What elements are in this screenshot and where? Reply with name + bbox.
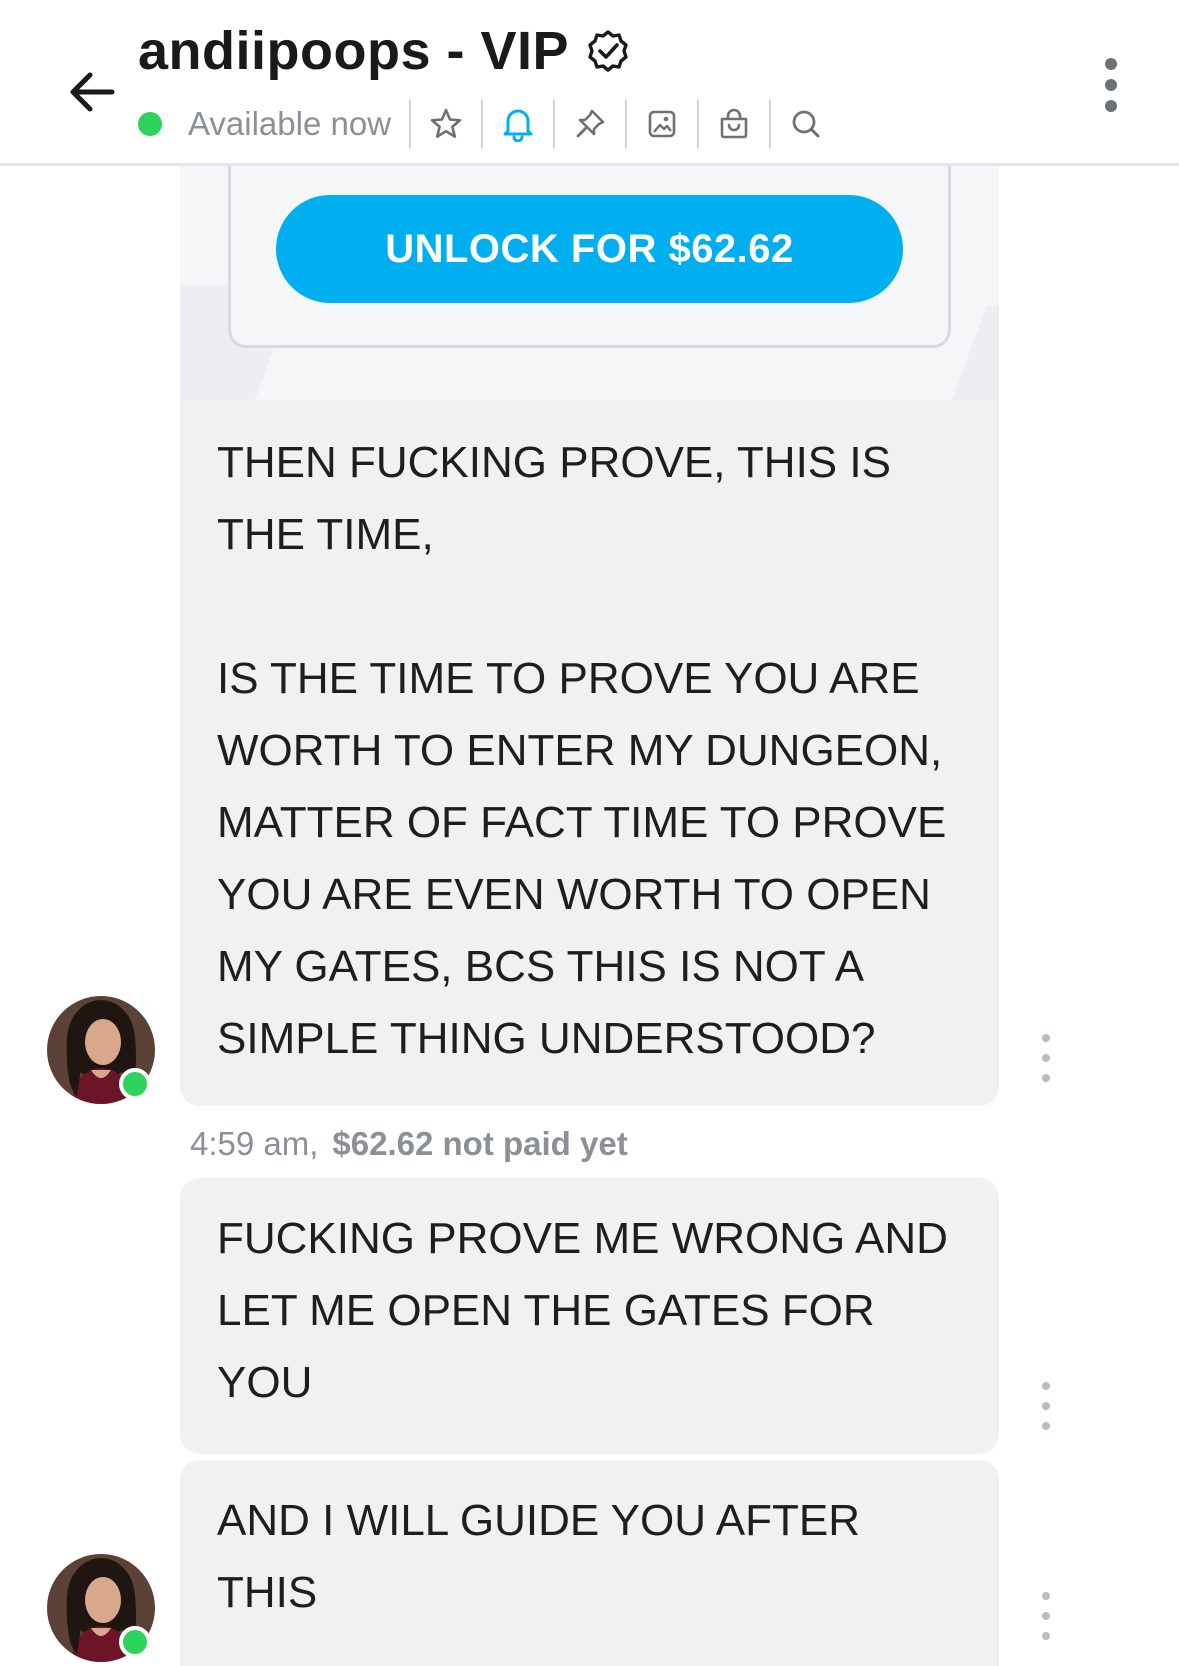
more-dot bbox=[1105, 100, 1117, 112]
message-line: IS THE TIME TO PROVE YOU ARE bbox=[217, 654, 920, 703]
message-line: THEN FUCKING PROVE, THIS IS bbox=[217, 438, 891, 487]
kebab-dot bbox=[1042, 1074, 1050, 1082]
message-line: LET ME OPEN THE GATES FOR bbox=[217, 1286, 875, 1335]
availability-status: Available now bbox=[188, 105, 392, 142]
pin-button[interactable] bbox=[555, 96, 625, 152]
favorite-button[interactable] bbox=[411, 96, 481, 152]
message-line: WORTH TO ENTER MY DUNGEON, bbox=[217, 726, 943, 775]
message-options-button[interactable] bbox=[1034, 1034, 1058, 1082]
message-options-button[interactable] bbox=[1034, 1382, 1058, 1430]
message-line: MATTER OF FACT TIME TO PROVE bbox=[217, 798, 947, 847]
message-line: YOU ARE EVEN WORTH TO OPEN bbox=[217, 870, 931, 919]
back-button[interactable] bbox=[50, 50, 134, 134]
arrow-left-icon bbox=[70, 72, 115, 112]
message-meta: 4:59 am, $62.62 not paid yet bbox=[190, 1120, 628, 1168]
kebab-dot bbox=[1042, 1592, 1050, 1600]
more-dot bbox=[1105, 58, 1117, 70]
more-dot bbox=[1105, 79, 1117, 91]
message-options-button[interactable] bbox=[1034, 1592, 1058, 1640]
kebab-dot bbox=[1042, 1632, 1050, 1640]
kebab-dot bbox=[1042, 1034, 1050, 1042]
notifications-button[interactable] bbox=[483, 96, 553, 152]
kebab-dot bbox=[1042, 1422, 1050, 1430]
message-bubble: AND I WILL GUIDE YOU AFTER THIS bbox=[180, 1460, 999, 1666]
message-line: MY GATES, BCS THIS IS NOT A bbox=[217, 942, 865, 991]
kebab-dot bbox=[1042, 1054, 1050, 1062]
message-line: THE TIME, bbox=[217, 510, 434, 559]
message-line: SIMPLE THING UNDERSTOOD? bbox=[217, 1014, 876, 1063]
message-line: THIS bbox=[217, 1568, 318, 1617]
verified-badge-icon bbox=[585, 28, 631, 74]
chat-title-row: andiipoops - VIP bbox=[138, 14, 631, 88]
avatar[interactable] bbox=[47, 1554, 155, 1662]
pin-icon bbox=[576, 109, 605, 138]
chat-header: andiipoops - VIP Available now bbox=[0, 0, 1179, 166]
unlock-button[interactable]: UNLOCK FOR $62.62 bbox=[276, 195, 903, 303]
media-gallery-button[interactable] bbox=[627, 96, 697, 152]
search-button[interactable] bbox=[771, 96, 841, 152]
message-bubble: THEN FUCKING PROVE, THIS IS THE TIME, IS… bbox=[180, 400, 999, 1106]
bell-icon bbox=[503, 109, 533, 142]
message-line: AND I WILL GUIDE YOU AFTER bbox=[217, 1496, 861, 1545]
message-line: FUCKING PROVE ME WRONG AND bbox=[217, 1214, 948, 1263]
message-bubble: FUCKING PROVE ME WRONG AND LET ME OPEN T… bbox=[180, 1178, 999, 1454]
avatar[interactable] bbox=[47, 996, 155, 1104]
online-indicator bbox=[119, 1626, 151, 1658]
message-line: YOU bbox=[217, 1358, 313, 1407]
chat-title: andiipoops - VIP bbox=[138, 21, 570, 81]
payment-status: $62.62 not paid yet bbox=[332, 1125, 628, 1162]
search-icon bbox=[792, 110, 820, 138]
more-options-button[interactable] bbox=[1086, 54, 1136, 116]
kebab-dot bbox=[1042, 1382, 1050, 1390]
online-indicator bbox=[138, 112, 162, 136]
kebab-dot bbox=[1042, 1612, 1050, 1620]
status-row: Available now bbox=[138, 96, 841, 152]
purchases-button[interactable] bbox=[699, 96, 769, 152]
online-indicator bbox=[119, 1068, 151, 1100]
bag-icon bbox=[720, 108, 748, 139]
star-icon bbox=[430, 108, 462, 138]
message-timestamp: 4:59 am, bbox=[190, 1125, 319, 1162]
kebab-dot bbox=[1042, 1402, 1050, 1410]
image-icon bbox=[648, 110, 676, 138]
